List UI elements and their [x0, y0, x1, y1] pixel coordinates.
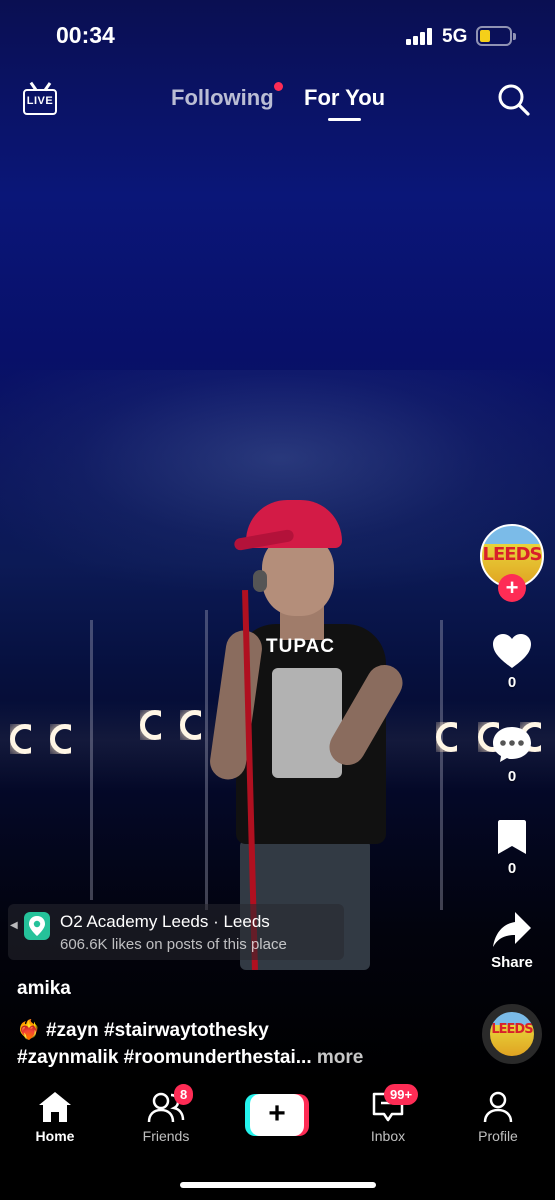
sound-disc[interactable]: LEEDS: [482, 1004, 542, 1064]
battery-icon: [476, 26, 516, 46]
profile-icon: [483, 1091, 513, 1123]
location-pin-icon: [24, 912, 50, 940]
stage-truss: [440, 620, 443, 910]
nav-home-label: Home: [35, 1128, 75, 1144]
caption-hashtags-line2[interactable]: #zaynmalik #roomunderthestai...: [17, 1047, 312, 1068]
share-icon: [493, 912, 531, 947]
nav-friends-label: Friends: [142, 1128, 190, 1144]
status-bar: 00:34 5G: [0, 0, 555, 72]
new-content-dot: [274, 82, 283, 91]
stage-truss: [205, 610, 208, 910]
comment-button[interactable]: 0: [476, 724, 548, 785]
performer: TUPAC: [207, 500, 410, 970]
battery-level: [480, 30, 490, 42]
inbox-badge: 99+: [384, 1084, 419, 1105]
feed-tabs: Following For You: [0, 82, 555, 122]
stage-truss: [90, 620, 93, 900]
nav-profile-label: Profile: [478, 1128, 518, 1144]
nav-inbox[interactable]: Inbox 99+: [338, 1084, 438, 1156]
location-name: O2 Academy Leeds · Leeds: [60, 912, 270, 931]
tab-for-you[interactable]: For You: [304, 85, 385, 111]
heart-icon: [493, 634, 531, 668]
caption-emoji: ❤️‍🔥: [17, 1020, 41, 1041]
creator-avatar-text: LEEDS: [482, 544, 542, 565]
post-caption: ❤️‍🔥 #zayn #stairwaytothesky #zaynmalik …: [17, 1017, 437, 1071]
share-button[interactable]: Share: [476, 910, 548, 971]
follow-button[interactable]: +: [498, 574, 526, 602]
home-icon: [39, 1092, 71, 1122]
share-label: Share: [491, 954, 533, 971]
search-button[interactable]: [496, 82, 532, 118]
bookmark-icon: [498, 820, 526, 854]
comment-count: 0: [507, 768, 517, 785]
plus-icon: +: [250, 1094, 304, 1136]
active-tab-indicator: [328, 118, 361, 121]
nav-profile[interactable]: Profile: [448, 1090, 548, 1156]
friends-badge: 8: [174, 1084, 194, 1105]
search-icon: [498, 84, 530, 116]
nav-inbox-label: Inbox: [370, 1128, 406, 1144]
status-time: 00:34: [56, 22, 115, 48]
create-button[interactable]: +: [245, 1094, 309, 1136]
home-indicator: [180, 1182, 376, 1188]
shirt-print-text: TUPAC: [266, 636, 336, 657]
creator-username[interactable]: amika: [17, 978, 71, 1000]
chevron-left-icon: ◀: [10, 920, 18, 931]
action-rail: LEEDS + 0 0 0 Share: [476, 520, 548, 980]
sound-disc-text: LEEDS: [491, 1022, 533, 1037]
signal-icon: [406, 28, 432, 45]
tab-following[interactable]: Following: [171, 85, 274, 111]
location-chip[interactable]: ◀ O2 Academy Leeds · Leeds 606.6K likes …: [8, 904, 344, 960]
like-count: 0: [507, 674, 517, 691]
nav-home[interactable]: Home: [5, 1090, 105, 1156]
network-type: 5G: [442, 26, 468, 47]
caption-hashtags-line1[interactable]: #zayn #stairwaytothesky: [46, 1020, 269, 1041]
save-button[interactable]: 0: [476, 818, 548, 877]
comment-icon: [493, 727, 531, 762]
location-likes: 606.6K likes on posts of this place: [60, 936, 287, 953]
like-button[interactable]: 0: [476, 632, 548, 691]
red-cap: [246, 500, 342, 548]
microphone: [253, 570, 267, 592]
caption-more-link[interactable]: more: [317, 1047, 363, 1068]
save-count: 0: [507, 860, 517, 877]
nav-friends[interactable]: Friends 8: [116, 1084, 216, 1156]
